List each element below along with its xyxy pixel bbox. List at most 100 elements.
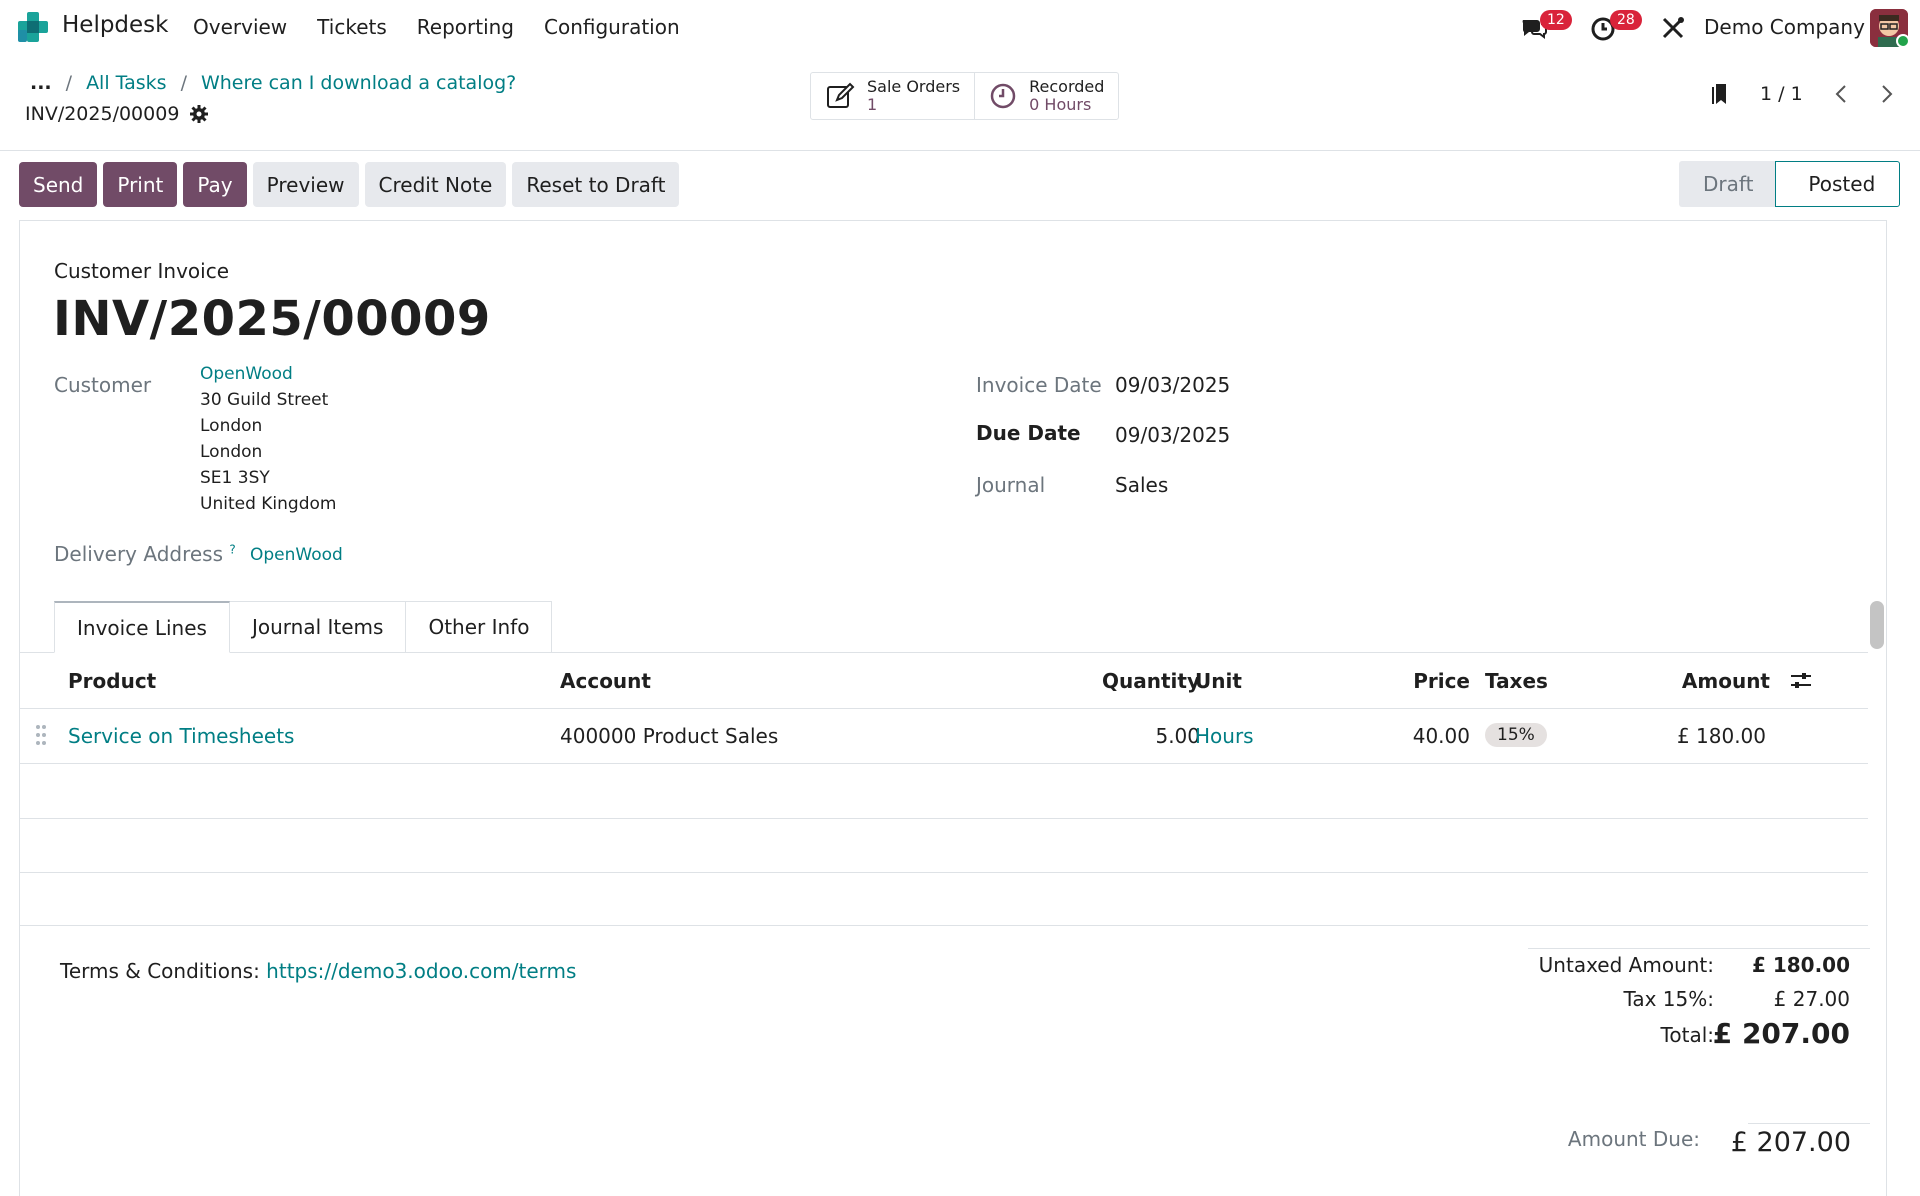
help-icon[interactable]: ? [229, 542, 235, 556]
status-posted[interactable]: Posted [1775, 161, 1901, 207]
gear-icon[interactable] [189, 104, 209, 124]
sale-orders-value: 1 [867, 95, 878, 114]
menu-overview[interactable]: Overview [193, 15, 287, 39]
journal-field[interactable]: Sales [1115, 473, 1168, 497]
record-title: INV/2025/00009 [25, 103, 209, 125]
col-amount[interactable]: Amount [1660, 669, 1770, 693]
invoice-date-field[interactable]: 09/03/2025 [1115, 373, 1230, 397]
terms-conditions: Terms & Conditions: https://demo3.odoo.c… [60, 959, 576, 983]
sale-orders-label: Sale Orders [867, 77, 961, 96]
empty-row [20, 765, 1868, 819]
notebook-tabs: Invoice Lines Journal Items Other Info [54, 601, 553, 653]
customer-address: OpenWood 30 Guild Street London London S… [200, 361, 336, 517]
terms-label: Terms & Conditions: [60, 959, 260, 983]
terms-link[interactable]: https://demo3.odoo.com/terms [266, 959, 576, 983]
col-unit[interactable]: Unit [1195, 669, 1242, 693]
col-price[interactable]: Price [1370, 669, 1470, 693]
invoice-date-label: Invoice Date [976, 373, 1102, 397]
tab-other-info[interactable]: Other Info [406, 601, 553, 653]
reset-to-draft-button[interactable]: Reset to Draft [512, 162, 680, 207]
table-header: Product Account Quantity Unit Price Taxe… [20, 653, 1868, 709]
pager: 1 / 1 [1710, 82, 1895, 106]
col-taxes[interactable]: Taxes [1485, 669, 1548, 693]
chat-badge: 12 [1540, 10, 1572, 30]
breadcrumb-separator: / [180, 72, 187, 94]
cell-tax-badge[interactable]: 15% [1485, 723, 1547, 747]
address-line: London [200, 416, 263, 436]
journal-label: Journal [976, 473, 1046, 497]
due-date-field[interactable]: 09/03/2025 [1115, 423, 1230, 447]
breadcrumb-ellipsis[interactable]: ... [30, 72, 52, 94]
form-sheet: Customer Invoice INV/2025/00009 Customer… [19, 220, 1887, 1196]
total-value: £ 207.00 [1712, 1017, 1850, 1050]
untaxed-label: Untaxed Amount: [1538, 953, 1714, 977]
bookmark-icon[interactable] [1710, 82, 1730, 106]
recorded-value: 0 Hours [1029, 95, 1092, 114]
cell-product[interactable]: Service on Timesheets [68, 724, 294, 748]
chevron-left-icon[interactable] [1833, 83, 1849, 105]
online-status-dot [1896, 34, 1910, 48]
breadcrumb-all-tasks[interactable]: All Tasks [86, 72, 167, 94]
breadcrumb-task[interactable]: Where can I download a catalog? [201, 72, 516, 94]
tax-label: Tax 15%: [1623, 987, 1714, 1011]
credit-note-button[interactable]: Credit Note [364, 162, 507, 207]
cell-quantity[interactable]: 5.00 [1100, 724, 1200, 748]
empty-row [20, 872, 1868, 926]
drag-handle-icon[interactable] [36, 724, 46, 746]
record-name-text: INV/2025/00009 [25, 103, 180, 125]
sale-orders-smart-button[interactable]: Sale Orders 1 [811, 73, 974, 119]
customer-label: Customer [54, 373, 152, 397]
top-navbar: Helpdesk Overview Tickets Reporting Conf… [0, 0, 1920, 56]
edit-icon [827, 82, 855, 108]
activity-badge: 28 [1610, 10, 1642, 30]
status-bar: Draft Posted [1679, 161, 1901, 207]
preview-button[interactable]: Preview [252, 162, 359, 207]
cell-amount[interactable]: £ 180.00 [1620, 724, 1766, 748]
cell-unit[interactable]: Hours [1195, 724, 1254, 748]
smart-buttons: Sale Orders 1 Recorded 0 Hours [810, 72, 1120, 120]
invoice-number: INV/2025/00009 [53, 291, 491, 347]
col-quantity[interactable]: Quantity [1100, 669, 1200, 693]
totals-divider [1528, 948, 1870, 949]
debug-tools-icon[interactable] [1660, 15, 1686, 41]
breadcrumb: ... / All Tasks / Where can I download a… [30, 72, 516, 94]
col-product[interactable]: Product [68, 669, 156, 693]
action-bar: Send Print Pay Preview Credit Note Reset… [19, 162, 680, 207]
amount-due-value: £ 207.00 [1730, 1127, 1851, 1158]
recorded-hours-smart-button[interactable]: Recorded 0 Hours [974, 73, 1118, 119]
menu-configuration[interactable]: Configuration [544, 15, 680, 39]
delivery-address-text: Delivery Address [54, 542, 224, 566]
main-menu: Overview Tickets Reporting Configuration [193, 15, 680, 39]
tab-journal-items[interactable]: Journal Items [229, 601, 407, 653]
invoice-type-label: Customer Invoice [54, 259, 230, 283]
cell-price[interactable]: 40.00 [1370, 724, 1470, 748]
column-settings-icon[interactable] [1790, 671, 1812, 691]
delivery-address-label: Delivery Address ? [54, 542, 236, 566]
col-account[interactable]: Account [560, 669, 651, 693]
cell-account[interactable]: 400000 Product Sales [560, 724, 778, 748]
address-line: London [200, 442, 263, 462]
menu-tickets[interactable]: Tickets [317, 15, 387, 39]
helpdesk-logo-icon[interactable] [16, 10, 50, 44]
scrollbar-thumb[interactable] [1870, 601, 1884, 649]
tab-invoice-lines[interactable]: Invoice Lines [54, 601, 230, 653]
company-switcher[interactable]: Demo Company [1704, 15, 1865, 39]
due-date-label: Due Date [976, 421, 1081, 445]
chevron-right-icon[interactable] [1879, 83, 1895, 105]
due-divider [1748, 1123, 1870, 1124]
delivery-address-link[interactable]: OpenWood [250, 545, 343, 565]
empty-row [20, 819, 1868, 873]
pager-value[interactable]: 1 / 1 [1760, 83, 1803, 105]
send-button[interactable]: Send [19, 162, 98, 207]
address-line: 30 Guild Street [200, 390, 329, 410]
untaxed-value: £ 180.00 [1751, 953, 1850, 977]
app-name[interactable]: Helpdesk [62, 12, 169, 38]
breadcrumb-separator: / [65, 72, 73, 94]
print-button[interactable]: Print [103, 162, 178, 207]
customer-link[interactable]: OpenWood [200, 361, 336, 387]
pay-button[interactable]: Pay [183, 162, 247, 207]
status-draft[interactable]: Draft [1679, 161, 1776, 207]
table-row[interactable]: Service on Timesheets 400000 Product Sal… [20, 710, 1868, 764]
menu-reporting[interactable]: Reporting [417, 15, 514, 39]
tax-value: £ 27.00 [1773, 987, 1850, 1011]
